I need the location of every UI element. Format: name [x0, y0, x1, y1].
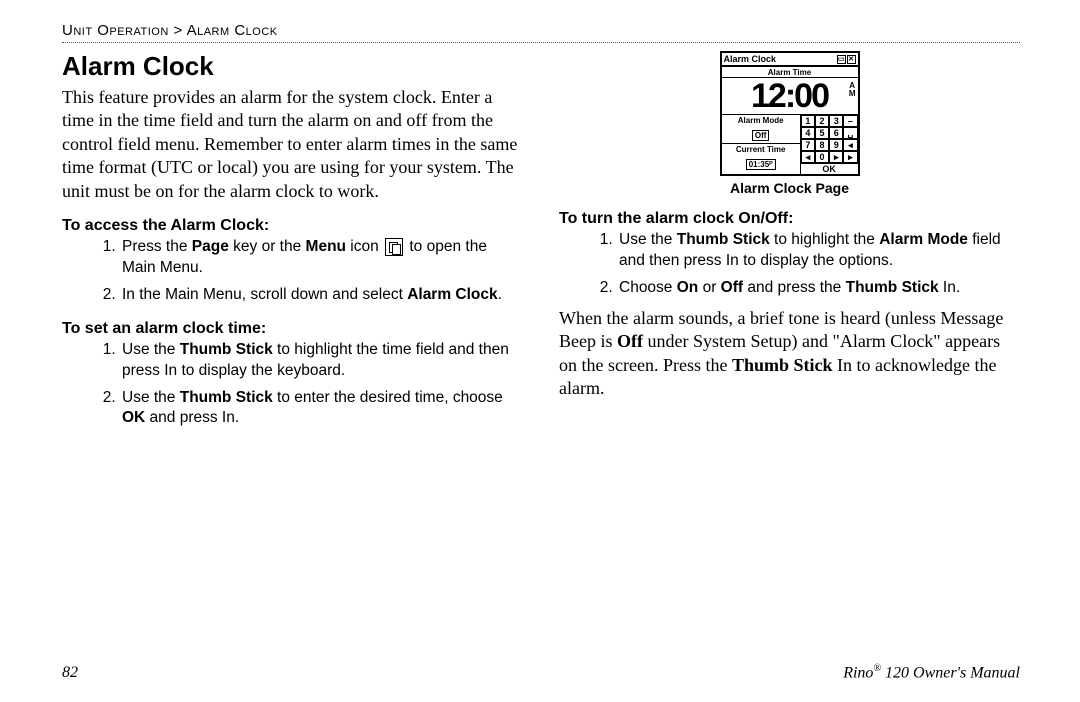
- header-rule: [62, 42, 1020, 43]
- list-item: Use the Thumb Stick to enter the desired…: [120, 388, 523, 430]
- set-steps: Use the Thumb Stick to highlight the tim…: [62, 340, 523, 430]
- alarm-time-display: 12:00 AM: [722, 78, 858, 115]
- list-item: In the Main Menu, scroll down and select…: [120, 285, 523, 306]
- doc-title: Rino® 120 Owner's Manual: [843, 663, 1020, 682]
- closing-paragraph: When the alarm sounds, a brief tone is h…: [559, 307, 1020, 401]
- access-steps: Press the Page key or the Menu icon to o…: [62, 237, 523, 306]
- page-title: Alarm Clock: [62, 51, 523, 82]
- right-column: Alarm Clock ▭ ✕ Alarm Time 12:00 AM Alar…: [559, 51, 1020, 657]
- left-column: Alarm Clock This feature provides an ala…: [62, 51, 523, 657]
- current-time-label: Current Time: [722, 143, 800, 154]
- list-item: Use the Thumb Stick to highlight the tim…: [120, 340, 523, 382]
- onoff-steps: Use the Thumb Stick to highlight the Ala…: [559, 230, 1020, 299]
- ampm-indicator: AM: [849, 82, 856, 98]
- window-close-icon: ✕: [847, 55, 856, 64]
- current-time-value: 01:35ᴾ: [746, 159, 776, 170]
- alarm-mode-value: Off: [752, 130, 770, 141]
- breadcrumb-section: Unit Operation: [62, 22, 169, 39]
- list-item: Press the Page key or the Menu icon to o…: [120, 237, 523, 279]
- onoff-heading: To turn the alarm clock On/Off:: [559, 210, 1020, 228]
- list-item: Use the Thumb Stick to highlight the Ala…: [617, 230, 1020, 272]
- breadcrumb-page: Alarm Clock: [187, 22, 278, 39]
- alarm-clock-screenshot: Alarm Clock ▭ ✕ Alarm Time 12:00 AM Alar…: [720, 51, 860, 176]
- screenshot-caption: Alarm Clock Page: [559, 180, 1020, 196]
- access-heading: To access the Alarm Clock:: [62, 217, 523, 235]
- window-min-icon: ▭: [837, 55, 846, 64]
- alarm-mode-label: Alarm Mode: [722, 115, 800, 125]
- menu-icon: [385, 238, 403, 256]
- breadcrumb: Unit Operation > Alarm Clock: [62, 22, 1020, 39]
- ok-button-label: OK: [801, 163, 858, 174]
- page-footer: 82 Rino® 120 Owner's Manual: [62, 663, 1020, 682]
- screenshot-title: Alarm Clock: [724, 54, 777, 64]
- intro-paragraph: This feature provides an alarm for the s…: [62, 86, 523, 203]
- keypad: 123– 456␣ 789◂ ◂0▸▸: [801, 115, 858, 163]
- page-number: 82: [62, 664, 78, 682]
- set-heading: To set an alarm clock time:: [62, 320, 523, 338]
- list-item: Choose On or Off and press the Thumb Sti…: [617, 278, 1020, 299]
- breadcrumb-sep: >: [173, 22, 182, 39]
